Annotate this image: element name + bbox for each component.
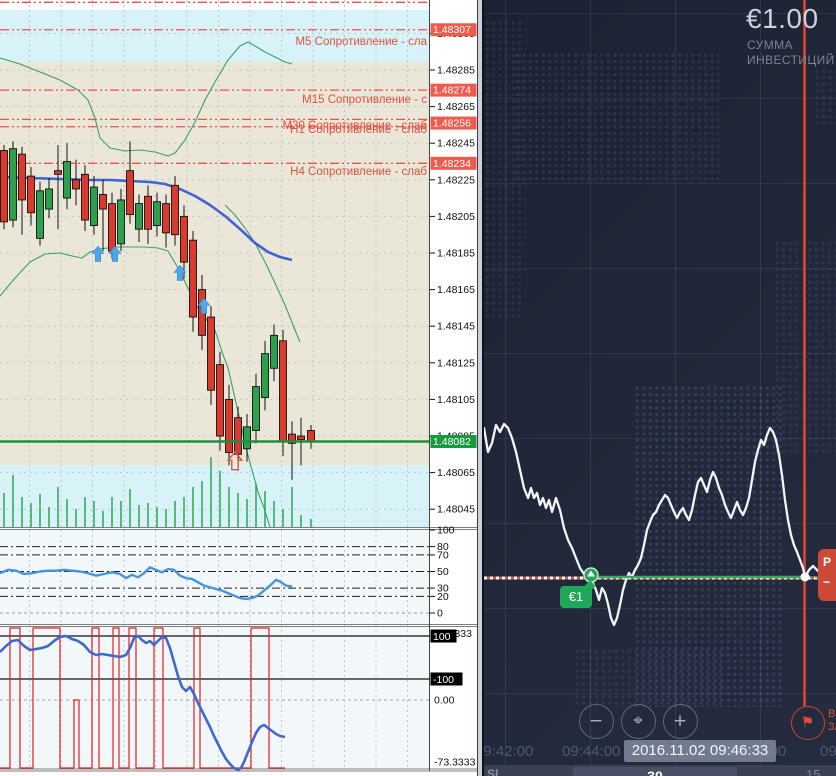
- rsi-scale-label: 100: [437, 525, 455, 537]
- resistance-label: H1 Сопротивление - слаб: [290, 124, 427, 136]
- candle-body: [91, 187, 98, 225]
- candle-body: [226, 399, 233, 452]
- candle-body: [127, 171, 134, 215]
- price-tick-label: 1.48285: [437, 65, 475, 77]
- osc-level-box-label: 100: [433, 631, 451, 643]
- candle-body: [100, 194, 107, 209]
- zone-top: [0, 0, 430, 10]
- candle-body: [46, 189, 53, 209]
- candle-body: [82, 174, 89, 220]
- resistance-price-label: 1.48234: [433, 158, 471, 170]
- candle-body: [308, 431, 315, 442]
- investment-amount-label-2: ИНВЕСТИЦИЙ: [747, 53, 835, 67]
- candle-body: [73, 180, 80, 189]
- candle-body: [280, 341, 287, 442]
- candle-body: [244, 427, 251, 449]
- price-tick-label: 1.48245: [437, 138, 475, 150]
- resistance-price-label: 1.48256: [433, 118, 471, 130]
- stake-badge: €1: [560, 586, 592, 608]
- candle-body: [253, 387, 260, 431]
- price-tick-label: 1.48185: [437, 248, 475, 260]
- investment-amount: €1.00: [746, 3, 819, 35]
- resistance-price-label: 1.48274: [433, 85, 471, 97]
- resistance-price-label: 1.48307: [433, 24, 471, 36]
- candle-body: [298, 436, 305, 440]
- mt4-chart: M5 Сопротивление - сла M15 Сопротивление …: [0, 0, 480, 776]
- osc-panel-bg: [0, 627, 430, 769]
- rsi-scale-label: 50: [437, 566, 449, 578]
- candle-body: [208, 317, 215, 390]
- investment-amount-label: СУММА: [747, 38, 793, 52]
- crosshair-button[interactable]: ⌖: [621, 704, 656, 739]
- resistance-label: M5 Сопротивление - сла: [295, 36, 427, 48]
- zoom-out-button[interactable]: −: [579, 704, 614, 739]
- rsi-panel-bg: [0, 530, 430, 624]
- bottom-bar-left-label: Sl: [487, 767, 498, 776]
- price-line-chart: [484, 0, 836, 776]
- osc-scale-bottom: -73.3333: [434, 757, 476, 769]
- current-price-label: 1.48082: [433, 436, 471, 448]
- price-tick-label: 1.48045: [437, 504, 475, 516]
- candle-body: [145, 196, 152, 229]
- expiry-flag-icon: ⚑: [791, 706, 825, 740]
- bottom-toolbar: Sl 30 15: [484, 765, 836, 776]
- candle-body: [190, 240, 197, 317]
- candle-body: [55, 171, 62, 175]
- candle-body: [172, 185, 179, 234]
- price-line: [484, 424, 820, 625]
- timestamp-box: 2016.11.02 09:46:33: [624, 740, 776, 762]
- candle-body: [64, 162, 71, 199]
- current-price-dot: [801, 573, 810, 582]
- candle-body: [19, 154, 26, 200]
- price-tick-label: 1.48125: [437, 357, 475, 369]
- bottom-bar-center-pill[interactable]: 30: [573, 767, 737, 776]
- rsi-scale-label: 70: [437, 549, 449, 561]
- window-divider: [477, 0, 484, 776]
- candle-body: [10, 149, 17, 220]
- support-zone: [0, 465, 430, 527]
- resistance-label: M15 Сопротивление - с: [302, 94, 427, 106]
- candle-body: [154, 202, 161, 226]
- price-tick-label: 1.48265: [437, 101, 475, 113]
- candle-body: [262, 354, 269, 398]
- candle-body: [1, 151, 8, 222]
- osc-scale-zero: 0.00: [434, 695, 455, 707]
- price-tick-label: 1.48145: [437, 321, 475, 333]
- candle-body: [271, 335, 278, 368]
- resistance-label: H4 Сопротивление - слаб: [290, 166, 427, 178]
- rsi-scale-label: 0: [437, 608, 443, 620]
- candle-body: [235, 418, 242, 455]
- expiry-flag-label: ВР ЗА: [828, 708, 836, 734]
- price-tick-label: 1.48065: [437, 467, 475, 479]
- rsi-scale-label: 20: [437, 591, 449, 603]
- candle-body: [163, 204, 170, 233]
- candle-body: [28, 176, 35, 213]
- price-tick-label: 1.48205: [437, 211, 475, 223]
- price-tick-label: 1.48165: [437, 284, 475, 296]
- trade-result-box: Р −: [818, 549, 836, 601]
- iqoption-chart: €1.00 СУММА ИНВЕСТИЦИЙ €1 −⌖+ 09:42:0009…: [484, 0, 836, 776]
- zoom-in-button[interactable]: +: [663, 704, 698, 739]
- bottom-bar-right-label: 15: [806, 767, 820, 776]
- candle-body: [136, 204, 143, 230]
- candle-body: [181, 216, 188, 262]
- candle-body: [37, 191, 44, 239]
- candle-body: [118, 200, 125, 244]
- flag-glyph: ⚑: [799, 706, 816, 738]
- price-tick-label: 1.48105: [437, 394, 475, 406]
- osc-level-box-label: -100: [433, 674, 454, 686]
- trading-workspace: M5 Сопротивление - сла M15 Сопротивление …: [0, 0, 836, 776]
- price-tick-label: 1.48225: [437, 174, 475, 186]
- candle-body: [217, 365, 224, 436]
- candle-body: [109, 204, 116, 252]
